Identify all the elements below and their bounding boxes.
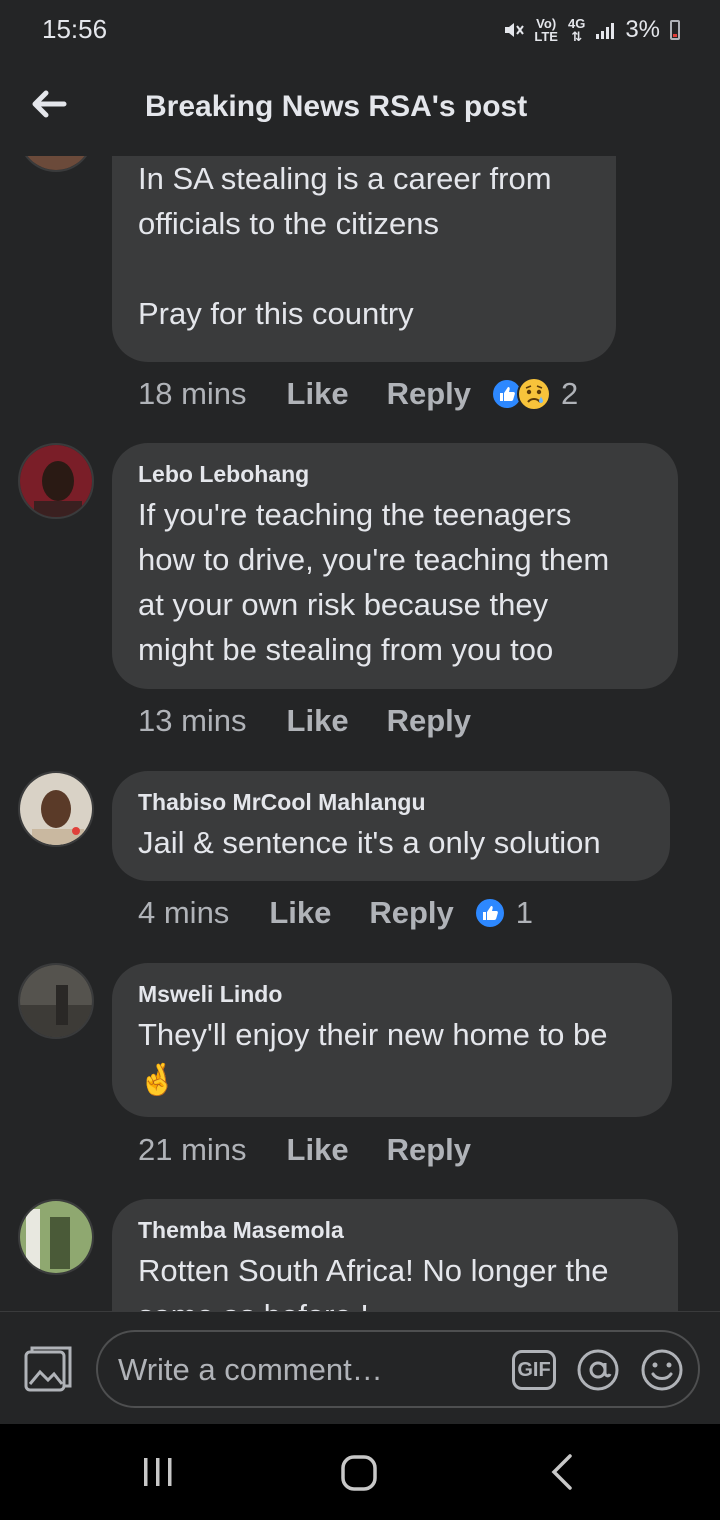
comment-meta: 21 mins Like Reply <box>138 1132 491 1168</box>
comment-bubble[interactable]: Msweli Lindo They'll enjoy their new hom… <box>112 963 672 1117</box>
comment-meta: 18 mins Like Reply 2 <box>138 376 578 412</box>
data-label: 4G ⇅ <box>568 17 585 43</box>
comment-time[interactable]: 4 mins <box>138 895 229 931</box>
battery-icon <box>670 20 680 40</box>
comment-author[interactable]: Msweli Lindo <box>138 981 646 1008</box>
comment-author[interactable]: Lebo Lebohang <box>138 461 652 488</box>
comment-bubble[interactable]: In SA stealing is a career from official… <box>112 156 616 362</box>
comment-text: In SA stealing is a career from official… <box>138 161 552 331</box>
reaction-count: 1 <box>515 895 534 930</box>
battery-percent: 3% <box>625 16 660 43</box>
status-time: 15:56 <box>42 14 108 44</box>
comment-author[interactable]: Thabiso MrCool Mahlangu <box>138 789 644 816</box>
reactions[interactable]: 1 <box>473 895 534 931</box>
comment-time[interactable]: 13 mins <box>138 703 247 739</box>
back-arrow-icon[interactable] <box>26 82 70 126</box>
reply-button[interactable]: Reply <box>369 895 453 931</box>
reply-button[interactable]: Reply <box>387 1132 471 1168</box>
reaction-count: 2 <box>561 376 579 411</box>
status-icons: Vo) LTE 4G ⇅ 3% <box>502 16 680 44</box>
avatar[interactable] <box>18 1199 94 1275</box>
comment-bubble[interactable]: Lebo Lebohang If you're teaching the tee… <box>112 443 678 689</box>
screen: 15:56 Vo) LTE 4G ⇅ 3% Breaking News RSA'… <box>0 0 720 1520</box>
comment-text: Rotten South Africa! No longer the same … <box>138 1253 609 1311</box>
page-title: Breaking News RSA's post <box>145 90 528 123</box>
home-icon[interactable] <box>340 1454 378 1492</box>
comment-text: Jail & sentence it's a only solution <box>138 825 601 860</box>
comment-composer: GIF <box>0 1311 720 1424</box>
signal-icon <box>596 23 615 39</box>
avatar[interactable] <box>18 443 94 519</box>
sad-reaction-icon <box>517 377 551 411</box>
like-button[interactable]: Like <box>269 895 331 931</box>
comment-input-box[interactable]: GIF <box>96 1330 700 1408</box>
like-button[interactable]: Like <box>287 376 349 412</box>
emoji-icon[interactable] <box>640 1348 684 1392</box>
reactions[interactable]: 2 <box>491 376 578 412</box>
system-nav-bar <box>0 1424 720 1520</box>
comment-author[interactable]: Themba Masemola <box>138 1217 652 1244</box>
comment-time[interactable]: 21 mins <box>138 1132 247 1168</box>
avatar[interactable] <box>18 156 94 172</box>
comment-input[interactable] <box>118 1350 498 1390</box>
comment-text: If you're teaching the teenagers how to … <box>138 497 610 667</box>
comment-time[interactable]: 18 mins <box>138 376 247 412</box>
data-arrows-icon: ⇅ <box>571 29 583 44</box>
comment-meta: 13 mins Like Reply <box>138 703 491 739</box>
volte-label: Vo) LTE <box>534 17 558 43</box>
recent-apps-icon[interactable] <box>140 1454 176 1490</box>
reply-button[interactable]: Reply <box>387 703 471 739</box>
comment-meta: 4 mins Like Reply 1 <box>138 895 533 931</box>
status-bar: 15:56 Vo) LTE 4G ⇅ 3% <box>0 0 720 60</box>
avatar[interactable] <box>18 963 94 1039</box>
header: Breaking News RSA's post <box>0 60 720 156</box>
comment-bubble[interactable]: Thabiso MrCool Mahlangu Jail & sentence … <box>112 771 670 881</box>
mention-icon[interactable] <box>576 1348 620 1392</box>
like-reaction-icon <box>473 897 506 929</box>
gif-button[interactable]: GIF <box>512 1350 556 1390</box>
mute-icon <box>505 23 525 37</box>
like-button[interactable]: Like <box>287 1132 349 1168</box>
reply-button[interactable]: Reply <box>387 376 471 412</box>
nav-back-icon[interactable] <box>548 1452 576 1492</box>
volte-bottom: LTE <box>534 29 558 44</box>
comment-bubble[interactable]: Themba Masemola Rotten South Africa! No … <box>112 1199 678 1311</box>
avatar[interactable] <box>18 771 94 847</box>
comments-list[interactable]: In SA stealing is a career from official… <box>0 156 720 1311</box>
like-button[interactable]: Like <box>287 703 349 739</box>
photo-icon[interactable] <box>22 1342 74 1394</box>
comment-text: They'll enjoy their new home to be 🤞 <box>138 1017 608 1097</box>
